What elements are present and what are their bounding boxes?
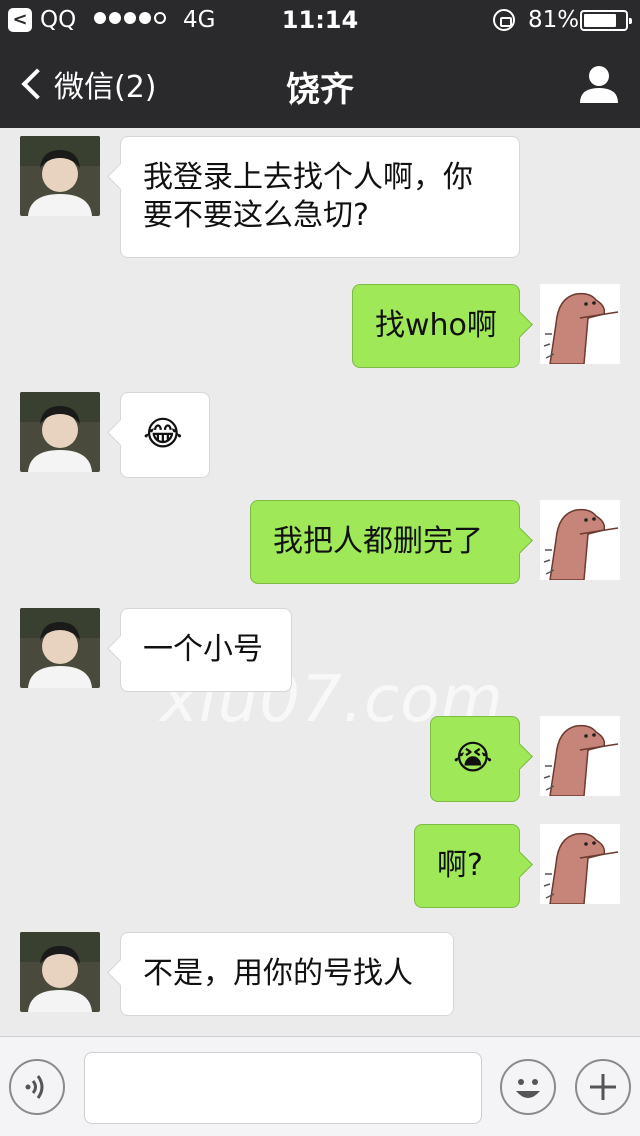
incoming-message[interactable]: 😂 — [120, 392, 210, 478]
incoming-message[interactable]: 不是，用你的号找人 — [120, 932, 454, 1016]
message-text: 找who啊 — [375, 308, 497, 343]
my-avatar[interactable] — [540, 500, 620, 580]
voice-icon[interactable] — [9, 1059, 65, 1115]
outgoing-message[interactable]: 我把人都删完了 — [250, 500, 520, 584]
emoji: 😂 — [143, 414, 183, 454]
my-avatar[interactable] — [540, 824, 620, 904]
contact-avatar[interactable] — [20, 608, 100, 688]
battery-percentage: 81% — [528, 7, 580, 33]
outgoing-message[interactable]: 找who啊 — [352, 284, 520, 368]
incoming-message[interactable]: 我登录上去找个人啊，你要不要这么急切? — [120, 136, 520, 258]
person-icon[interactable] — [578, 64, 620, 104]
message-text: 我登录上去找个人啊，你要不要这么急切? — [143, 160, 473, 233]
chat-message-list[interactable]: xiu07.com 我登录上去找个人啊，你要不要这么急切? 找who啊 😂 我把人都删… — [0, 128, 640, 1036]
smiley-icon[interactable] — [500, 1059, 556, 1115]
emoji: 😭 — [453, 738, 493, 778]
contact-avatar[interactable] — [20, 932, 100, 1012]
rotation-lock-icon — [493, 9, 515, 31]
message-text: 我把人都删完了 — [273, 524, 483, 559]
contact-avatar[interactable] — [20, 136, 100, 216]
chat-title: 饶齐 — [286, 70, 354, 110]
message-text: 不是，用你的号找人 — [143, 956, 413, 991]
message-text: 啊? — [437, 848, 483, 883]
navigation-bar: 微信(2) 饶齐 — [0, 40, 640, 128]
outgoing-message[interactable]: 啊? — [414, 824, 520, 908]
battery-icon — [580, 10, 632, 31]
my-avatar[interactable] — [540, 284, 620, 364]
message-input[interactable] — [84, 1052, 482, 1124]
my-avatar[interactable] — [540, 716, 620, 796]
message-text: 一个小号 — [143, 632, 263, 667]
contact-avatar[interactable] — [20, 392, 100, 472]
status-bar: < QQ 4G 11:14 81% — [0, 0, 640, 40]
incoming-message[interactable]: 一个小号 — [120, 608, 292, 692]
outgoing-message[interactable]: 😭 — [430, 716, 520, 802]
input-bar — [0, 1036, 640, 1136]
plus-icon[interactable] — [575, 1059, 631, 1115]
